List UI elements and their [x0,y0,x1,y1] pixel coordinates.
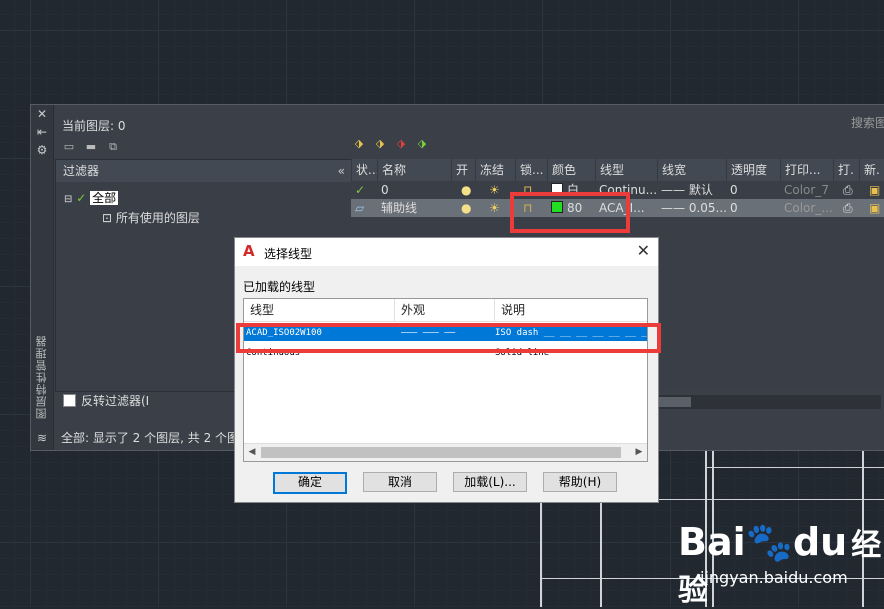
cancel-button[interactable]: 取消 [363,472,437,492]
search-input[interactable]: 搜索图 [851,114,884,131]
filter-icon: ⊡ [102,211,113,225]
dialog-title: 选择线型 [264,247,313,261]
col-freeze[interactable]: 冻结 [475,159,515,181]
lightbulb-icon[interactable]: ● [457,181,475,199]
help-button[interactable]: 帮助(H) [543,472,617,492]
col-new-vp-freeze[interactable]: 新. [859,159,884,181]
invert-filter-checkbox[interactable] [63,394,76,407]
col-color[interactable]: 颜色 [547,159,595,181]
col-linetype[interactable]: 线型 [595,159,657,181]
layer-parallelogram-icon: ▱ [355,201,365,215]
highlight-box [510,192,630,233]
tree-all-label: 全部 [90,191,119,205]
new-layer-icon[interactable]: ⬗ [351,137,367,151]
set-current-icon[interactable]: ⬗ [414,137,430,151]
linetype-list-scrollbar[interactable]: ◀ ▶ [244,443,647,461]
linetype-list-header: 线型 外观 说明 [244,299,647,322]
layer-lineweight[interactable]: —— 默认 [657,181,726,199]
col-status[interactable]: 状... [351,159,377,181]
layers-icon: ≋ [36,431,48,445]
scroll-left-icon[interactable]: ◀ [244,444,260,461]
highlight-box [236,323,661,353]
printer-icon[interactable]: ⎙ [839,181,859,199]
current-check-icon: ✓ [355,183,366,197]
layer-plot-style: Color_7 [784,183,829,197]
layer-lineweight[interactable]: —— 0.05... [657,199,726,217]
col-transparency[interactable]: 透明度 [726,159,780,181]
layer-transparency[interactable]: 0 [726,181,780,199]
layers-check-icon: ✓ [76,191,87,205]
filter-toolbar: ▭ ▬ ⧉ [61,140,121,154]
tree-used-label: 所有使用的图层 [115,211,200,225]
tree-node-all[interactable]: ⊟ ✓ 全部 [64,190,119,206]
layer-name[interactable]: 0 [377,181,451,199]
status-text: 全部: 显示了 2 个图层, 共 2 个图 [61,431,240,445]
scrollbar-thumb[interactable] [261,447,621,458]
current-layer-label: 当前图层: 0 [62,119,126,133]
collapse-chevron-icon[interactable]: « [338,160,345,182]
dialog-titlebar[interactable]: A 选择线型 ✕ [235,238,658,266]
filter-header: 过滤器 « [56,160,351,182]
palette-title: 图层特性管理器 [35,335,48,419]
close-icon[interactable]: ✕ [637,242,650,260]
new-group-filter-icon[interactable]: ▬ [83,140,99,154]
tree-node-used-layers[interactable]: ⊡ 所有使用的图层 [102,210,200,226]
col-lock[interactable]: 锁... [515,159,547,181]
layer-name[interactable]: 辅助线 [377,199,451,217]
layer-toolbar: ⬗ ⬗ ⬗ ⬗ [351,137,430,151]
col-name[interactable]: 名称 [377,159,451,181]
col-on[interactable]: 开 [451,159,475,181]
col-linetype[interactable]: 线型 [244,299,395,321]
close-icon[interactable]: ✕ [35,107,49,121]
palette-side-strip: ✕ ⇤ ⚙ 图层特性管理器 ≋ [31,105,54,450]
baidu-logo: Bai🐾du 经验 [678,520,882,608]
col-lineweight[interactable]: 线宽 [657,159,726,181]
layer-table-header: 状... 名称 开 冻结 锁... 颜色 线型 线宽 透明度 打印... 打. … [351,159,884,181]
lightbulb-icon[interactable]: ● [457,199,475,217]
select-linetype-dialog: A 选择线型 ✕ 已加载的线型 线型 外观 说明 ACAD_ISO02W100 … [234,237,659,503]
col-plot-style[interactable]: 打印... [780,159,833,181]
invert-filter[interactable]: 反转过滤器(I [63,392,149,409]
autocad-logo-icon: A [243,242,255,260]
layer-transparency[interactable]: 0 [726,199,780,217]
autohide-icon[interactable]: ⇤ [35,125,49,139]
printer-icon[interactable]: ⎙ [839,199,859,217]
layer-states-icon[interactable]: ⧉ [105,140,121,154]
new-property-filter-icon[interactable]: ▭ [61,140,77,154]
vp-freeze-icon[interactable]: ▣ [865,199,884,217]
watermark-url: jingyan.baidu.com [700,568,848,587]
loaded-linetypes-label: 已加载的线型 [243,280,316,294]
layer-plot-style: Color_... [784,201,833,215]
load-button[interactable]: 加载(L)... [453,472,527,492]
delete-layer-icon[interactable]: ⬗ [393,137,409,151]
cad-wall-line [706,467,884,468]
scroll-right-icon[interactable]: ▶ [631,444,647,461]
ok-button[interactable]: 确定 [273,472,347,494]
filter-header-label: 过滤器 [63,164,100,178]
gear-icon[interactable]: ⚙ [35,143,49,157]
col-appearance[interactable]: 外观 [395,299,495,321]
new-layer-frozen-icon[interactable]: ⬗ [372,137,388,151]
vp-freeze-icon[interactable]: ▣ [865,181,884,199]
expand-minus-icon[interactable]: ⊟ [64,194,72,205]
col-description[interactable]: 说明 [495,299,647,321]
col-plot[interactable]: 打. [833,159,859,181]
invert-filter-label: 反转过滤器(I [81,394,150,408]
